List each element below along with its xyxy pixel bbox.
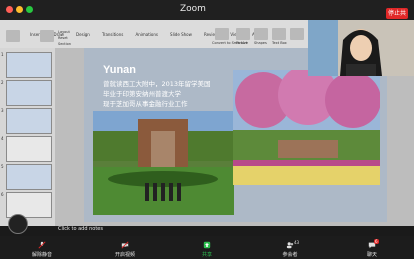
unmute-label: 解除静音 xyxy=(32,252,53,258)
share-arrow-icon xyxy=(203,241,211,249)
chat-button[interactable]: 聊天 xyxy=(362,241,382,258)
paste-icon[interactable] xyxy=(6,30,20,42)
text-box-icon[interactable] xyxy=(272,28,286,40)
slide-thumbnail[interactable] xyxy=(6,136,52,162)
unmute-button[interactable]: 解除静音 xyxy=(32,241,52,258)
tab-transitions[interactable]: Transitions xyxy=(102,32,123,37)
picture-button[interactable]: Picture xyxy=(236,41,248,45)
start-video-label: 开启视频 xyxy=(115,252,136,258)
tab-design[interactable]: Design xyxy=(76,32,90,37)
participant-video xyxy=(308,20,414,76)
slide-title: Yunan xyxy=(103,64,137,76)
new-slide-icon[interactable] xyxy=(40,30,54,42)
maximize-window-button[interactable] xyxy=(26,6,33,13)
thumbnail-number: 5 xyxy=(1,164,4,169)
slide-thumbnail[interactable] xyxy=(6,52,52,78)
shapes-button[interactable]: Shapes xyxy=(254,41,267,45)
smartart-icon[interactable] xyxy=(215,28,229,40)
garden-photo xyxy=(233,70,380,185)
share-screen-button[interactable]: 共享 xyxy=(197,241,217,258)
slide-text-line: 曾就读西工大附中，2013年留学美国 xyxy=(103,80,211,88)
shapes-icon[interactable] xyxy=(254,28,268,40)
zoom-window-title: Zoom xyxy=(180,4,206,14)
thumbnail-number: 2 xyxy=(1,80,4,85)
chat-label: 聊天 xyxy=(366,252,377,258)
slide-text-line: 现于芝加哥从事金融行业工作 xyxy=(103,100,188,108)
microphone-muted-icon xyxy=(38,241,46,249)
share-label: 共享 xyxy=(201,252,212,258)
close-window-button[interactable] xyxy=(6,6,13,13)
zoom-title-bar xyxy=(0,0,414,20)
slide-thumbnail[interactable] xyxy=(6,164,52,190)
tab-animations[interactable]: Animations xyxy=(135,32,157,37)
picture-icon[interactable] xyxy=(236,28,250,40)
tab-slide-show[interactable]: Slide Show xyxy=(170,32,192,37)
participants-label: 参会者 xyxy=(282,252,298,258)
section-button[interactable]: Section xyxy=(58,42,71,46)
layout-button[interactable]: Layout xyxy=(58,30,70,34)
slide-thumbnail[interactable] xyxy=(6,80,52,106)
thumbnail-number: 4 xyxy=(1,136,4,141)
slide-thumbnail[interactable] xyxy=(6,108,52,134)
campus-photo xyxy=(93,111,234,215)
thumbnail-number: 3 xyxy=(1,108,4,113)
text-box-button[interactable]: Text Box xyxy=(272,41,287,45)
video-camera-off-icon xyxy=(121,241,129,249)
thumbnail-number: 1 xyxy=(1,52,4,57)
stop-share-button[interactable]: 停止共享 xyxy=(386,8,408,28)
reset-button[interactable]: Reset xyxy=(58,36,68,40)
minimize-window-button[interactable] xyxy=(16,6,23,13)
arrange-icon[interactable] xyxy=(290,28,304,40)
participants-count: 43 xyxy=(294,240,300,245)
chat-unread-badge: 6 xyxy=(374,239,379,244)
notes-placeholder[interactable]: Click to add notes xyxy=(58,226,103,232)
thumbnail-number: 6 xyxy=(1,192,4,197)
slide-text-line: 毕业于印第安纳州普渡大学 xyxy=(103,90,181,98)
start-video-button[interactable]: 开启视频 xyxy=(115,241,135,258)
ribbon-tabs: Home Insert Draw Design Transitions Anim… xyxy=(6,21,274,37)
presenter-toggle-icon[interactable] xyxy=(8,214,28,234)
